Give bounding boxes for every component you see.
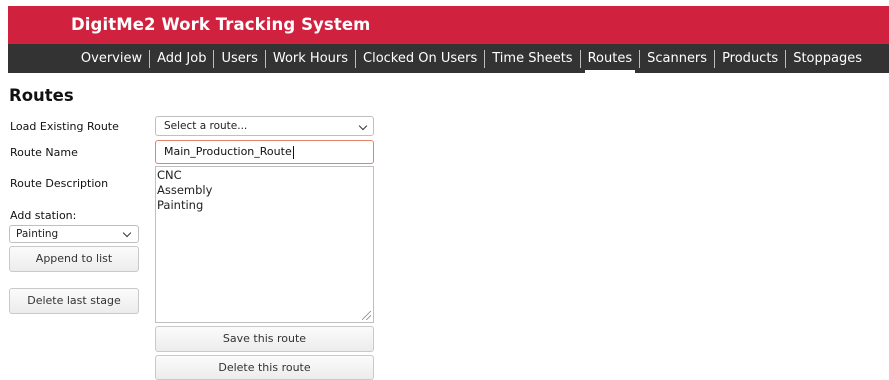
save-route-button[interactable]: Save this route	[155, 326, 374, 352]
load-route-select[interactable]: Select a route...	[155, 116, 374, 136]
stage-line: Assembly	[157, 183, 213, 197]
nav-item-users[interactable]: Users	[214, 44, 264, 73]
nav-item-work-hours[interactable]: Work Hours	[266, 44, 355, 73]
chevron-down-icon	[358, 121, 368, 131]
route-description-textarea[interactable]: CNC Assembly Painting	[155, 166, 374, 323]
route-name-value: Main_Production_Route	[164, 145, 292, 158]
text-caret	[292, 145, 294, 159]
nav-item-products[interactable]: Products	[715, 44, 785, 73]
page-title: Routes	[9, 86, 74, 105]
stage-line: CNC	[157, 168, 182, 182]
delete-route-button[interactable]: Delete this route	[155, 355, 374, 380]
append-to-list-button[interactable]: Append to list	[9, 246, 139, 272]
stage-list: CNC Assembly Painting	[157, 168, 372, 213]
nav-item-overview[interactable]: Overview	[74, 44, 149, 73]
app-title: DigitMe2 Work Tracking System	[71, 15, 371, 34]
station-select[interactable]: Painting	[9, 225, 139, 243]
nav-item-routes[interactable]: Routes	[581, 44, 640, 73]
nav-list: Overview Add Job Users Work Hours Clocked On…	[74, 44, 869, 73]
stage-line: Painting	[157, 198, 204, 212]
nav-item-add-job[interactable]: Add Job	[150, 44, 213, 73]
app-header: DigitMe2 Work Tracking System	[8, 6, 889, 44]
load-route-select-value: Select a route...	[164, 120, 248, 132]
resize-handle-icon[interactable]	[362, 311, 371, 320]
route-name-input[interactable]: Main_Production_Route	[155, 140, 374, 164]
nav-item-scanners[interactable]: Scanners	[640, 44, 714, 73]
station-select-value: Painting	[16, 228, 59, 240]
add-station-label: Add station:	[10, 209, 77, 222]
chevron-down-icon	[122, 228, 132, 238]
nav-item-time-sheets[interactable]: Time Sheets	[485, 44, 579, 73]
route-description-label: Route Description	[10, 177, 109, 190]
load-route-label: Load Existing Route	[10, 120, 119, 133]
nav-item-stoppages[interactable]: Stoppages	[786, 44, 869, 73]
nav-item-clocked-on-users[interactable]: Clocked On Users	[356, 44, 484, 73]
main-nav: Overview Add Job Users Work Hours Clocked On…	[8, 44, 889, 73]
delete-last-stage-button[interactable]: Delete last stage	[9, 288, 139, 314]
route-name-label: Route Name	[10, 146, 78, 159]
